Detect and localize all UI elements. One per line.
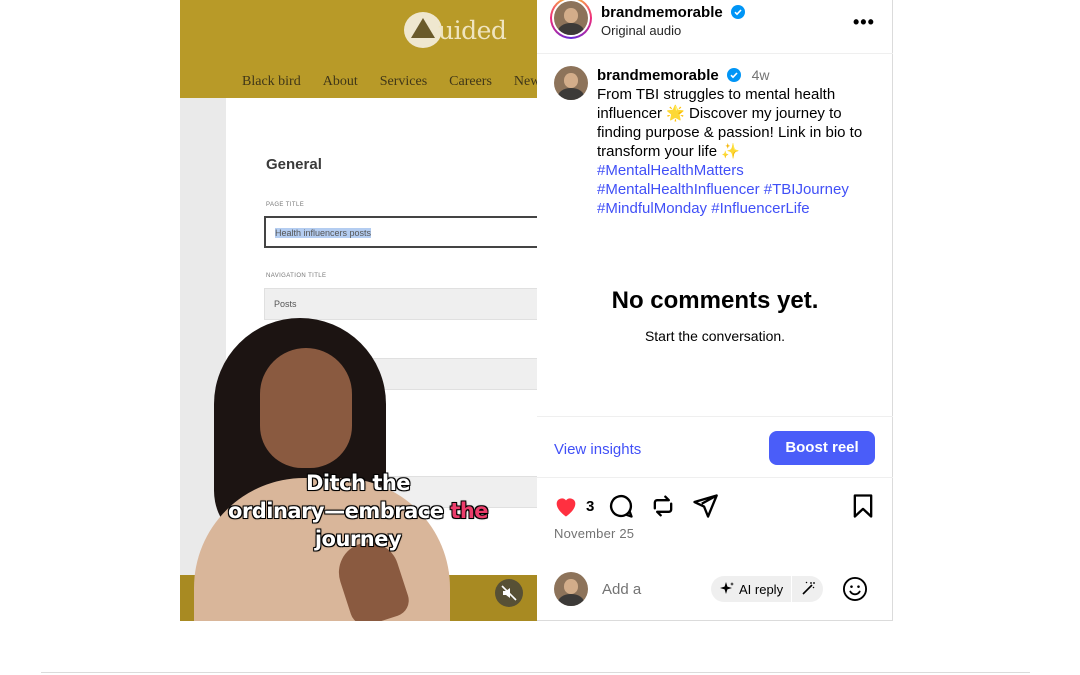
like-count[interactable]: 3: [586, 498, 594, 515]
post-caption: From TBI struggles to mental health infl…: [597, 85, 881, 218]
website-nav-item: Services: [379, 74, 428, 89]
heart-filled-icon: [556, 498, 576, 517]
save-button[interactable]: [849, 492, 877, 520]
cms-heading: General: [266, 156, 322, 173]
story-ring[interactable]: [550, 0, 592, 39]
view-insights-link[interactable]: View insights: [554, 441, 641, 458]
no-comments-title: No comments yet.: [611, 287, 819, 314]
caption-line: Ditch the: [305, 471, 411, 495]
website-nav-item: About: [322, 74, 358, 89]
reel-video[interactable]: uided Black bird About Services Careers …: [180, 0, 537, 621]
comment-input[interactable]: Add a: [602, 581, 641, 598]
bookmark-icon: [853, 494, 873, 518]
logo-bell-icon: [404, 12, 442, 48]
ai-reply-label: AI reply: [739, 581, 784, 597]
hashtag-link[interactable]: #TBIJourney: [764, 181, 849, 198]
website-nav: Black bird About Services Careers New: [242, 74, 537, 90]
magic-wand-icon[interactable]: [800, 581, 816, 597]
cms-nav-title-value: Posts: [274, 299, 297, 309]
action-bar: 3 November 25: [537, 478, 893, 548]
hashtag-link[interactable]: #MentalHealthInfluencer: [597, 181, 760, 198]
caption-text: From TBI struggles to mental health infl…: [597, 86, 863, 160]
ai-reply-button[interactable]: AI reply: [711, 576, 823, 602]
cms-page-title-label: PAGE TITLE: [266, 202, 305, 208]
cms-page-title-input: Health influencers posts: [264, 216, 537, 248]
website-logo: uided: [404, 12, 507, 50]
reel-post-view: uided Black bird About Services Careers …: [0, 0, 1080, 675]
share-button[interactable]: [691, 492, 719, 520]
more-horizontal-icon: •••: [853, 12, 875, 32]
hashtag-link[interactable]: #MindfulMonday: [597, 200, 707, 217]
website-nav-item: New: [513, 74, 537, 89]
share-icon: [693, 494, 718, 518]
post-caption-section: brandmemorable 4w From TBI struggles to …: [537, 54, 893, 416]
verified-badge-icon: [731, 5, 746, 19]
caption-line: journey: [314, 527, 402, 551]
sparkle-icon: [720, 582, 734, 594]
repost-button[interactable]: [649, 492, 677, 520]
caption-line: ordinary—embrace the: [227, 499, 489, 523]
avatar: [554, 572, 588, 606]
video-website-header: uided Black bird About Services Careers …: [180, 0, 537, 98]
cms-page-title-value: Health influencers posts: [275, 228, 372, 238]
website-nav-item: Careers: [449, 74, 492, 89]
comment-composer: Add a AI reply: [537, 556, 893, 620]
more-options-button[interactable]: •••: [853, 12, 875, 33]
hashtag-link[interactable]: #InfluencerLife: [711, 200, 809, 217]
page-divider: [41, 672, 1030, 673]
hashtag-link[interactable]: #MentalHealthMatters: [597, 161, 881, 180]
speaker-muted-icon: [501, 585, 517, 601]
caption-username[interactable]: brandmemorable: [597, 67, 719, 84]
video-caption: Ditch the ordinary—embrace the journey: [194, 469, 522, 553]
avatar: [554, 1, 588, 35]
audio-label[interactable]: Original audio: [601, 23, 681, 38]
website-nav-item: Black bird: [242, 74, 301, 89]
post-header: brandmemorable Original audio •••: [537, 0, 893, 54]
avatar[interactable]: [554, 66, 588, 100]
cms-nav-title-label: NAVIGATION TITLE: [266, 273, 327, 279]
post-details-panel: brandmemorable Original audio ••• brandm…: [537, 0, 893, 621]
comment-icon: [609, 495, 633, 518]
insights-bar: View insights Boost reel: [537, 416, 893, 478]
verified-badge-icon: [727, 68, 742, 82]
post-date: November 25: [554, 526, 635, 541]
logo-text: uided: [438, 16, 507, 45]
mute-button[interactable]: [495, 579, 523, 607]
emoji-icon: [842, 576, 868, 602]
header-username[interactable]: brandmemorable: [601, 4, 723, 21]
caption-highlight: the: [450, 499, 489, 523]
cms-nav-title-input: Posts: [264, 288, 537, 320]
repost-icon: [653, 495, 673, 517]
like-button[interactable]: [552, 492, 580, 520]
comment-button[interactable]: [607, 492, 635, 520]
boost-reel-button[interactable]: Boost reel: [769, 431, 875, 465]
post-timestamp[interactable]: 4w: [752, 67, 770, 83]
no-comments-subtitle: Start the conversation.: [644, 328, 786, 344]
emoji-button[interactable]: [841, 575, 869, 603]
